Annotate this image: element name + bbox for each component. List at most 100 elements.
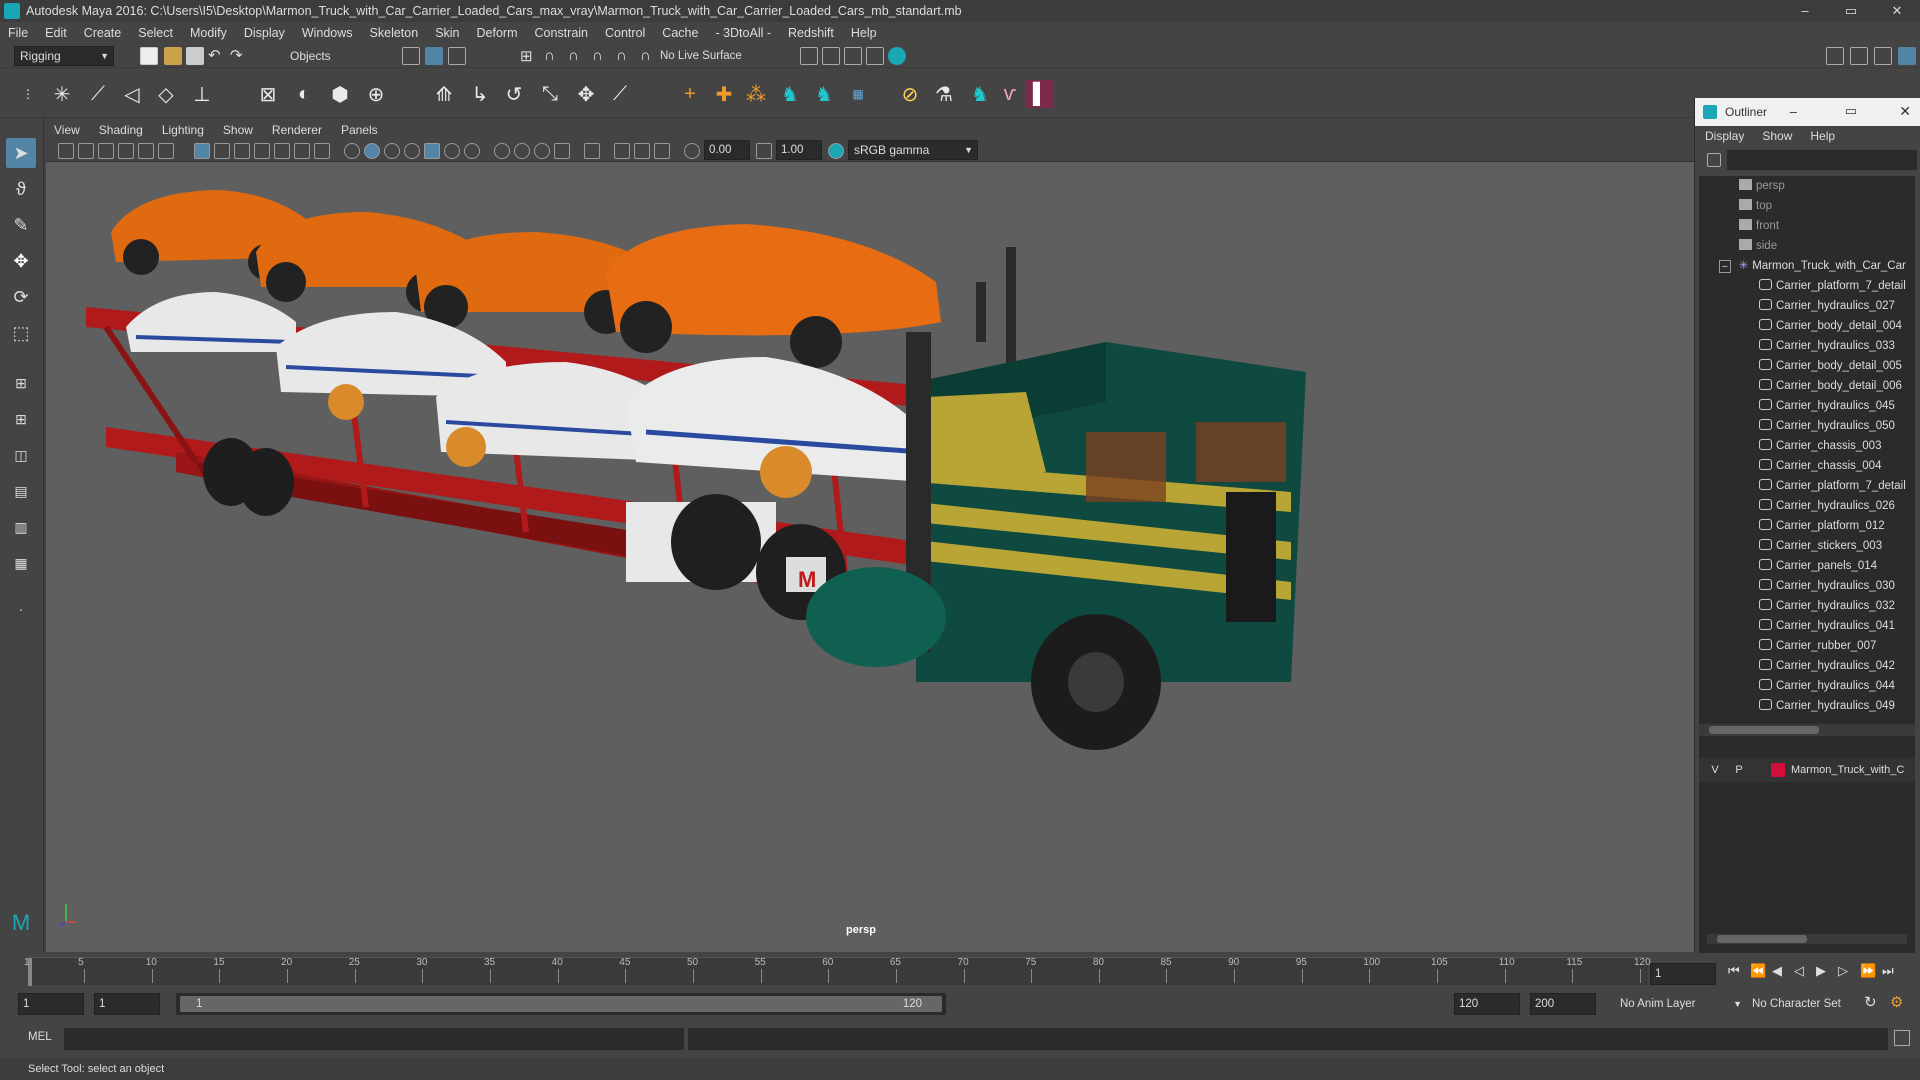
tool-settings-icon[interactable] [1874,47,1892,65]
exposure-icon[interactable] [684,143,700,159]
character-set-dropdown[interactable]: No Character Set [1752,993,1860,1015]
attribute-editor-icon[interactable] [1850,47,1868,65]
layer-visibility-toggle[interactable]: V [1707,764,1723,776]
toolbox-more-icon[interactable]: · [6,594,36,624]
play-backwards-icon[interactable]: ◁ [1794,963,1804,979]
xray-icon[interactable] [614,143,630,159]
outliner-item[interactable]: Carrier_body_detail_006 [1699,376,1915,396]
select-object-icon[interactable] [425,47,443,65]
menu-control[interactable]: Control [605,26,645,40]
close-button[interactable]: ✕ [1874,0,1920,22]
lasso-tool-icon[interactable]: ϑ [6,174,36,204]
render-settings-icon[interactable] [800,47,818,65]
wireframe-on-shaded-icon[interactable] [404,143,420,159]
grease-pencil-icon[interactable] [158,143,174,159]
cluster-icon[interactable]: ⊕ [362,80,390,108]
outliner-item[interactable]: side [1699,236,1915,256]
layer-playback-toggle[interactable]: P [1731,764,1747,776]
hypershade-icon[interactable] [888,47,906,65]
outliner-item[interactable]: Carrier_platform_012 [1699,516,1915,536]
selection-mode-dropdown[interactable]: Objects [278,46,378,66]
outliner-item[interactable]: Carrier_hydraulics_050 [1699,416,1915,436]
layer-name[interactable]: Marmon_Truck_with_C [1791,764,1904,776]
view-transform-dropdown[interactable]: sRGB gamma ▼ [848,140,978,160]
vp-menu-panels[interactable]: Panels [341,123,378,137]
select-component-icon[interactable] [448,47,466,65]
vp-menu-view[interactable]: View [54,123,80,137]
camera-attributes-icon[interactable] [78,143,94,159]
vp-menu-show[interactable]: Show [223,123,253,137]
outliner-item[interactable]: Carrier_hydraulics_033 [1699,336,1915,356]
current-frame-field[interactable]: 1 [1650,963,1716,985]
outliner-item[interactable]: Carrier_hydraulics_045 [1699,396,1915,416]
outliner-item[interactable]: persp [1699,176,1915,196]
ipr-render-icon[interactable] [844,47,862,65]
snap-surface-icon[interactable]: ∩ [616,47,627,64]
screen-space-ao-icon[interactable] [494,143,510,159]
step-back-frame-icon[interactable]: ◀ [1772,963,1782,979]
auto-key-icon[interactable]: ↻ [1864,993,1877,1011]
scroll-thumb[interactable] [1717,935,1807,943]
film-gate-icon[interactable] [214,143,230,159]
step-forward-frame-icon[interactable]: ▷ [1838,963,1848,979]
snap-view-icon[interactable]: ∩ [592,47,603,64]
channel-box-icon[interactable] [1898,47,1916,65]
step-forward-key-icon[interactable]: ⏩ [1860,963,1876,979]
outliner-item[interactable]: Carrier_hydraulics_042 [1699,656,1915,676]
default-material-icon[interactable] [384,143,400,159]
menu-cache[interactable]: Cache [662,26,698,40]
camera-select-icon[interactable] [58,143,74,159]
outliner-item[interactable]: Carrier_rubber_007 [1699,636,1915,656]
menu-set-dropdown[interactable]: Rigging ▼ [14,46,114,66]
aim-constraint-icon[interactable]: ✥ [572,80,600,108]
anim-layer-dropdown[interactable]: No Anim Layer ▼ [1620,993,1742,1015]
use-all-lights-icon[interactable] [444,143,460,159]
modeling-toolkit-icon[interactable] [1826,47,1844,65]
xray-components-icon[interactable] [654,143,670,159]
script-icon[interactable]: ▌ [1026,80,1054,108]
paint-weights-icon[interactable]: ⁂ [742,80,770,108]
select-tool-icon[interactable]: ➤ [6,138,36,168]
add-influence-icon[interactable]: ✚ [710,80,738,108]
go-to-end-icon[interactable]: ⏭ [1882,963,1894,979]
new-scene-icon[interactable] [140,47,158,65]
graph-persp-icon[interactable]: ▥ [6,512,36,542]
outliner-item[interactable]: Carrier_body_detail_004 [1699,316,1915,336]
safe-title-icon[interactable] [314,143,330,159]
ik-spline-icon[interactable]: ◇ [152,80,180,108]
smooth-bind-icon[interactable]: ◐ [290,80,318,108]
gamma-field[interactable]: 1.00 [776,140,822,160]
render-frame-icon[interactable] [822,47,840,65]
menu-redshift[interactable]: Redshift [788,26,834,40]
skeleton-mirror-icon[interactable]: ⊥ [188,80,216,108]
outliner-item[interactable]: Carrier_hydraulics_032 [1699,596,1915,616]
outliner-item[interactable]: front [1699,216,1915,236]
save-scene-icon[interactable] [186,47,204,65]
four-view-icon[interactable]: ⊞ [6,404,36,434]
range-handle[interactable]: 1 120 [180,996,942,1012]
scroll-thumb[interactable] [1709,726,1819,734]
outliner-persp-icon[interactable]: ▤ [6,476,36,506]
playback-start-field[interactable]: 1 [94,993,160,1015]
paint-select-icon[interactable]: ✎ [6,210,36,240]
color-management-icon[interactable] [828,143,844,159]
snap-point-icon[interactable]: ∩ [568,47,579,64]
outliner-item[interactable]: Carrier_hydraulics_044 [1699,676,1915,696]
hik-icon[interactable]: ♞ [776,80,804,108]
play-forwards-icon[interactable]: ▶ [1816,963,1826,979]
animation-end-field[interactable]: 200 [1530,993,1596,1015]
go-to-start-icon[interactable]: ⏮ [1728,963,1740,979]
multisample-aa-icon[interactable] [534,143,550,159]
render-view-icon[interactable] [866,47,884,65]
smooth-shade-icon[interactable] [364,143,380,159]
snap-grid-icon[interactable]: ⊞ [520,47,533,65]
locator-icon[interactable]: + [676,80,704,108]
outliner-menu-show[interactable]: Show [1762,129,1792,143]
outliner-item[interactable]: Carrier_chassis_003 [1699,436,1915,456]
range-bar[interactable]: 1 120 [176,993,946,1015]
layer-row[interactable]: V P Marmon_Truck_with_C [1699,758,1915,782]
outliner-item[interactable]: Carrier_hydraulics_041 [1699,616,1915,636]
resolution-gate-icon[interactable] [234,143,250,159]
outliner-item[interactable]: Carrier_hydraulics_026 [1699,496,1915,516]
menu-help[interactable]: Help [851,26,877,40]
